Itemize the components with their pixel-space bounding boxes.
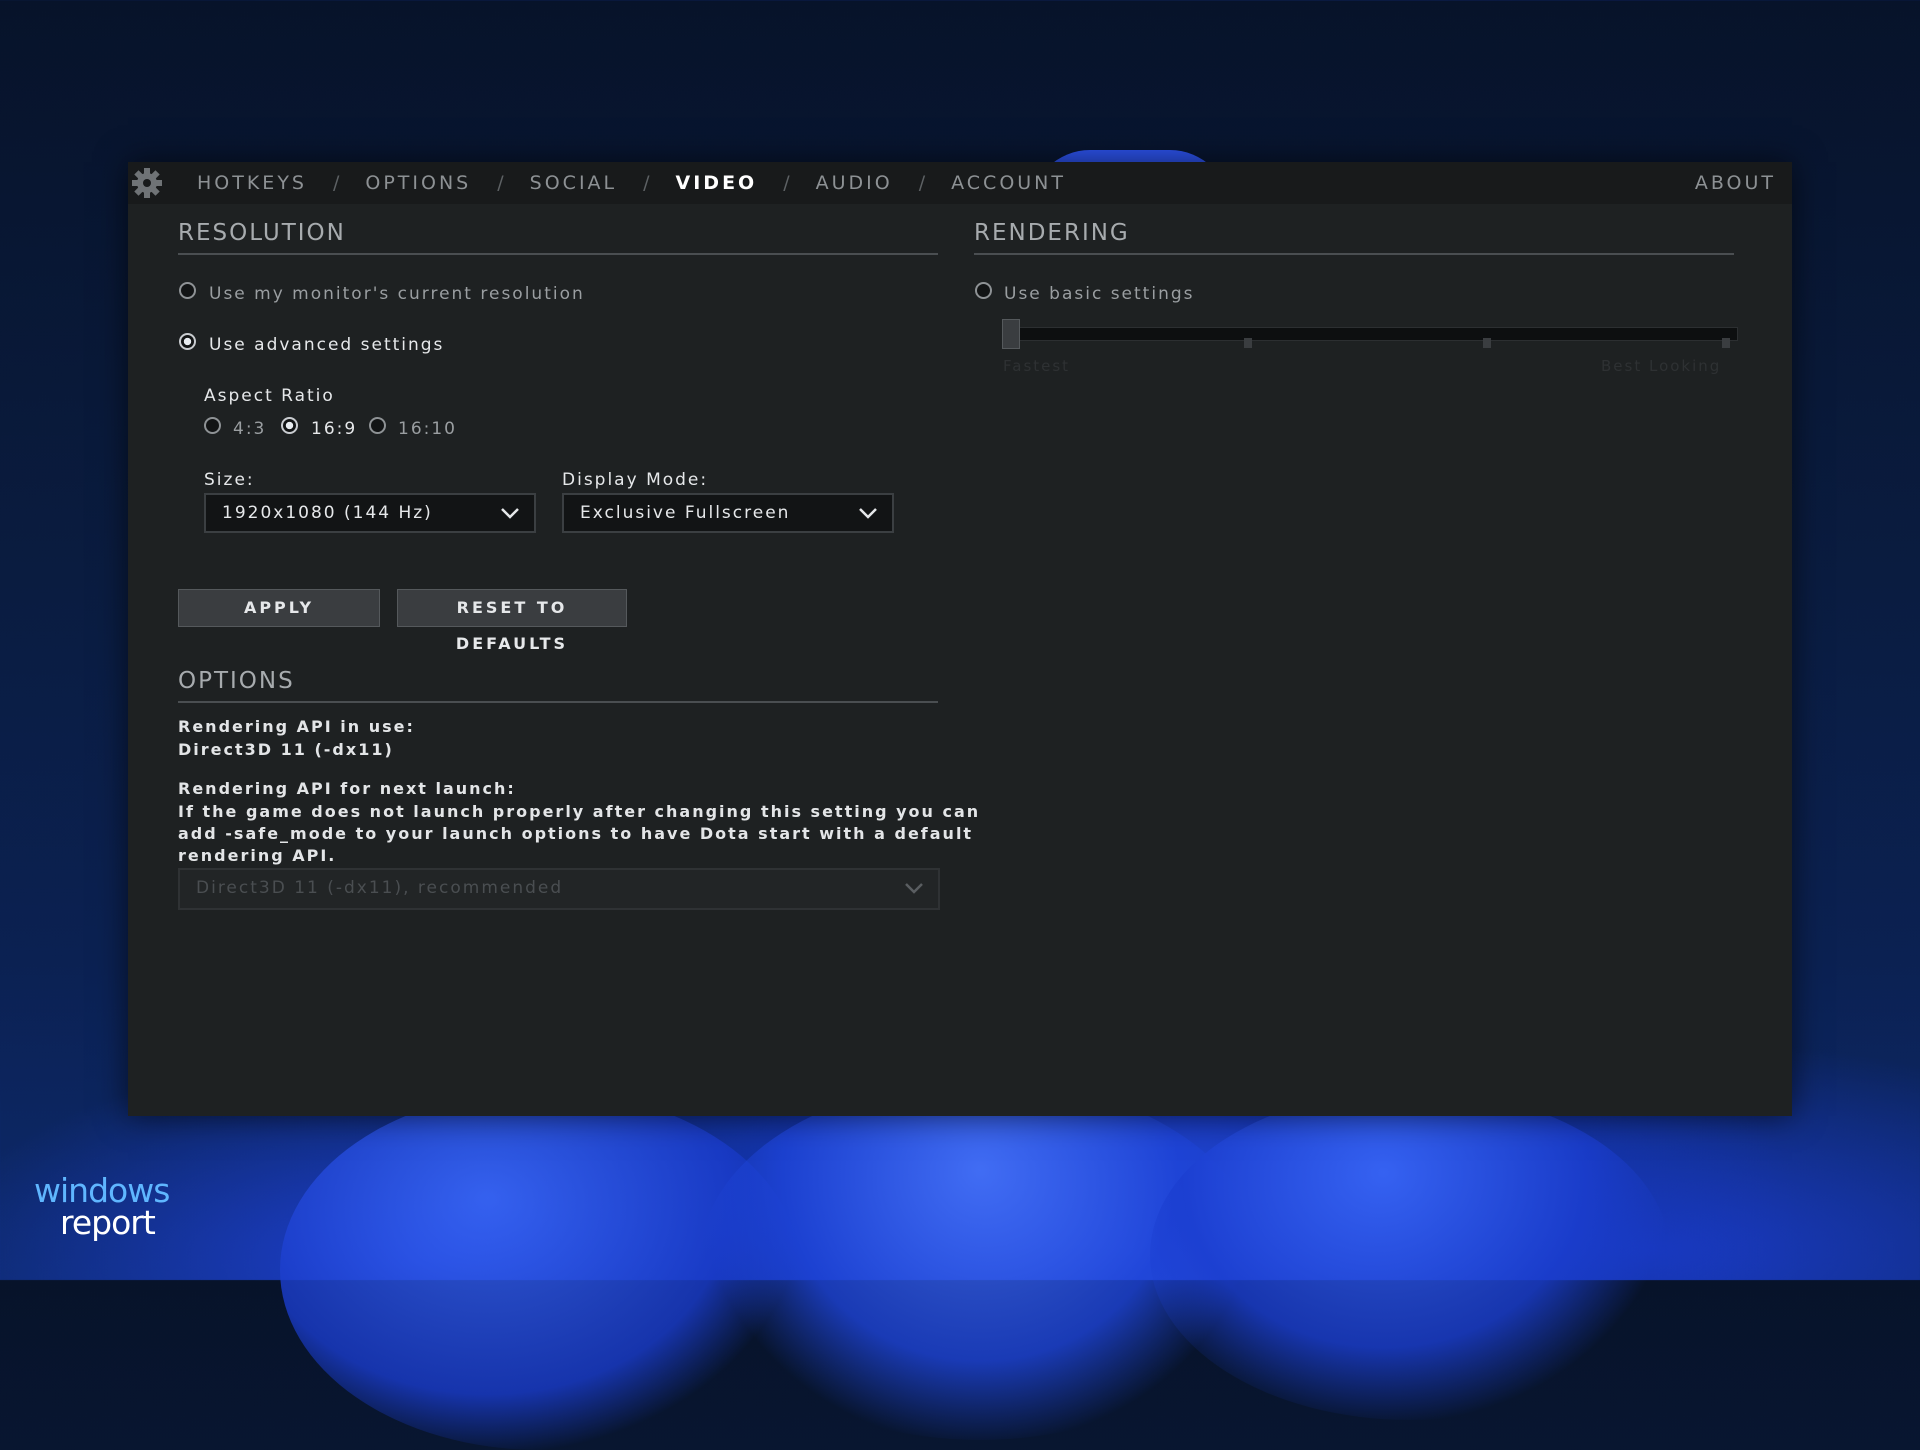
api-next-note: add -safe_mode to your launch options to… [178,824,974,843]
display-mode-label: Display Mode: [562,470,709,490]
logo-line: report [60,1203,156,1242]
slider-tick [1483,338,1491,348]
options-title: OPTIONS [178,668,295,694]
section-divider [974,253,1734,255]
api-next-note: rendering API. [178,846,337,865]
radio-basic-settings[interactable] [975,282,992,299]
api-in-use-label: Rendering API in use: [178,717,415,736]
aspect-16-10-label: 16:10 [398,419,457,439]
slider-min-label: Fastest [1003,357,1071,375]
size-label: Size: [204,470,255,490]
rendering-title: RENDERING [974,220,1130,246]
aspect-16-9-label: 16:9 [311,419,358,439]
tab-video[interactable]: VIDEO [676,172,758,194]
slider-tick [1244,338,1252,348]
basic-settings-label: Use basic settings [1004,284,1195,304]
radio-current-resolution[interactable] [179,282,196,299]
tab-separator: / [783,172,790,194]
radio-aspect-4-3[interactable] [204,417,221,434]
reset-to-defaults-button[interactable]: RESET TO DEFAULTS [397,589,627,653]
rendering-quality-slider[interactable] [1008,327,1738,341]
radio-aspect-16-10[interactable] [369,417,386,434]
display-mode-dropdown[interactable]: Exclusive Fullscreen [562,493,894,533]
slider-thumb[interactable] [1002,319,1020,349]
aspect-4-3-label: 4:3 [233,419,267,439]
current-resolution-label: Use my monitor's current resolution [209,284,585,304]
tab-separator: / [643,172,650,194]
api-in-use-value: Direct3D 11 (-dx11) [178,740,394,759]
tab-options[interactable]: OPTIONS [365,172,471,194]
tab-separator: / [918,172,926,194]
rendering-api-dropdown: Direct3D 11 (-dx11), recommended [178,868,940,910]
api-next-note: If the game does not launch properly aft… [178,802,981,821]
tab-social[interactable]: SOCIAL [530,172,617,194]
rendering-api-value: Direct3D 11 (-dx11), recommended [196,878,564,898]
radio-aspect-16-9[interactable] [281,417,298,434]
size-value: 1920x1080 (144 Hz) [222,503,433,523]
tab-separator: / [497,172,504,194]
tab-separator: / [332,172,340,194]
wallpaper-wave [1150,1090,1670,1420]
display-mode-value: Exclusive Fullscreen [580,503,791,523]
chevron-down-icon [501,508,519,519]
nav-bar: HOTKEYS / OPTIONS / SOCIAL / VIDEO / AUD… [128,162,1792,204]
slider-max-label: Best Looking [1601,357,1722,375]
apply-button[interactable]: APPLY [178,589,380,627]
chevron-down-icon [859,508,877,519]
tab-about[interactable]: ABOUT [1695,162,1776,204]
radio-advanced-settings[interactable] [179,333,196,350]
tab-hotkeys[interactable]: HOTKEYS [197,172,307,194]
api-next-label: Rendering API for next launch: [178,779,516,798]
size-dropdown[interactable]: 1920x1080 (144 Hz) [204,493,536,533]
tab-audio[interactable]: AUDIO [816,172,893,194]
tab-account[interactable]: ACCOUNT [951,172,1066,194]
settings-window: HOTKEYS / OPTIONS / SOCIAL / VIDEO / AUD… [128,162,1792,1116]
chevron-down-icon [905,883,923,894]
aspect-ratio-label: Aspect Ratio [204,386,335,406]
section-divider [178,701,938,703]
tab-list: HOTKEYS / OPTIONS / SOCIAL / VIDEO / AUD… [197,162,1066,204]
slider-tick [1722,338,1730,348]
windows-report-logo: windows report [34,1174,170,1242]
gear-icon[interactable] [130,166,164,200]
advanced-settings-label: Use advanced settings [209,335,445,355]
resolution-title: RESOLUTION [178,220,346,246]
section-divider [178,253,938,255]
